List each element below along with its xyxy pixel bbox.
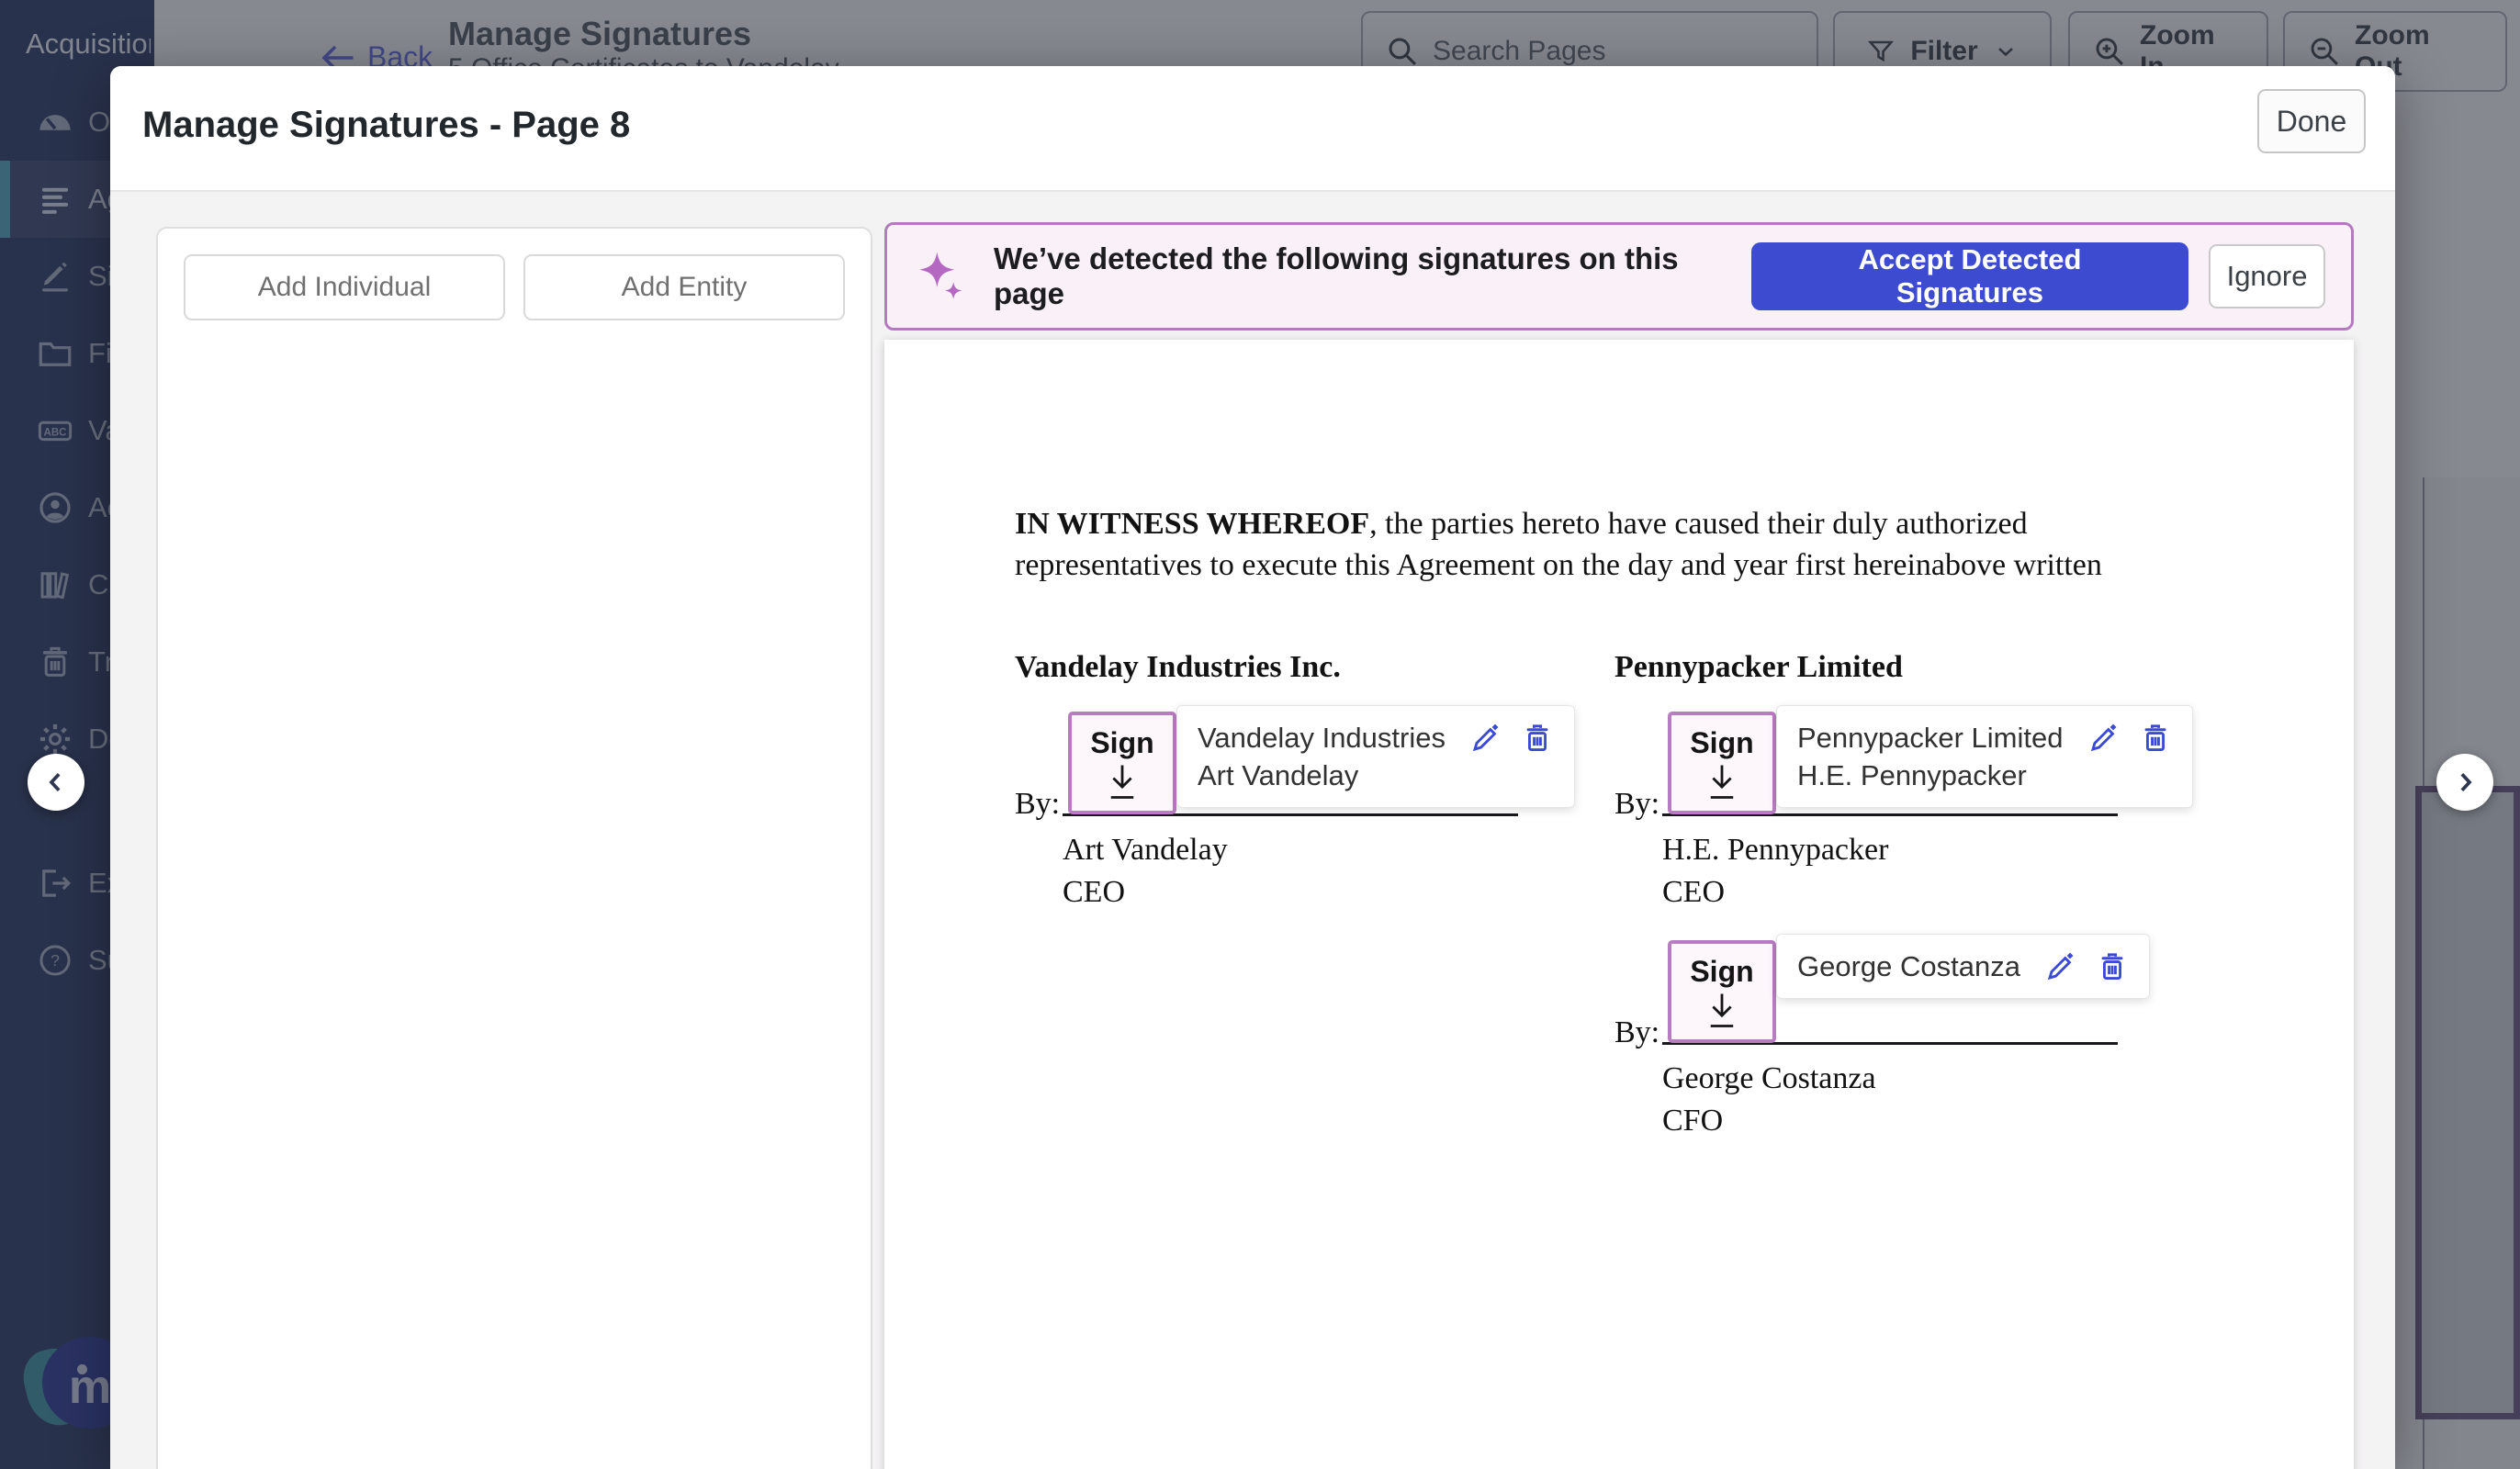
download-arrow-icon [1704,991,1740,1029]
card-line: Vandelay Industries [1198,719,1446,757]
signer-identity: George Costanza CFO [1662,1058,2221,1142]
witness-paragraph: IN WITNESS WHEREOF, the parties hereto h… [1015,503,2199,586]
signer-name: Art Vandelay [1063,829,1621,871]
delete-signer-button[interactable] [1521,722,1554,755]
by-label: By: [1614,787,1659,822]
card-line: George Costanza [1797,948,2020,985]
modal-header: Manage Signatures - Page 8 Done [110,66,2395,190]
document-page-preview: IN WITNESS WHEREOF, the parties hereto h… [884,340,2354,1469]
signer-identity: Art Vandelay CEO [1063,829,1621,914]
company-name: Vandelay Industries Inc. [1015,650,1621,685]
accept-detected-signatures-button[interactable]: Accept Detected Signatures [1751,242,2188,310]
party-column-vandelay: Vandelay Industries Inc. By: Sign Vandel… [1015,650,1621,914]
card-actions [1469,722,1554,755]
edit-signer-button[interactable] [2044,950,2077,983]
manage-signatures-modal: Manage Signatures - Page 8 Done Add Indi… [110,66,2395,1469]
banner-message: We’ve detected the following signatures … [994,241,1751,311]
signer-title: CEO [1063,871,1621,914]
card-actions [2044,950,2129,983]
signer-card-lines: Pennypacker Limited H.E. Pennypacker [1797,719,2064,794]
sparkle-icon [913,248,970,305]
signer-title: CEO [1662,871,2221,914]
signature-unit: By: Sign Pennypacker Limited H.E. Pennyp… [1614,705,2221,816]
sign-button[interactable]: Sign [1668,712,1776,814]
chevron-left-icon [42,768,70,796]
detected-signatures-banner: We’ve detected the following signatures … [884,222,2354,331]
card-line: Pennypacker Limited [1797,719,2064,757]
company-name: Pennypacker Limited [1614,650,2221,685]
modal-title: Manage Signatures - Page 8 [142,105,630,146]
next-page-button[interactable] [2436,754,2493,811]
delete-signer-button[interactable] [2096,950,2129,983]
sign-label: Sign [1690,726,1753,760]
sign-button[interactable]: Sign [1068,712,1176,814]
by-label: By: [1614,1015,1659,1050]
card-actions [2087,722,2172,755]
signer-card-lines: Vandelay Industries Art Vandelay [1198,719,1446,794]
signers-panel: Add Individual Add Entity [156,227,872,1469]
detected-signer-card: Pennypacker Limited H.E. Pennypacker [1776,705,2193,808]
modal-body: Add Individual Add Entity We’ve detected… [110,190,2395,1469]
detected-signer-card: George Costanza [1776,934,2150,999]
signature-unit: By: Sign Vandelay Industries Art Vandela… [1015,705,1621,816]
edit-signer-button[interactable] [2087,722,2121,755]
card-line: H.E. Pennypacker [1797,757,2064,794]
previous-page-button[interactable] [28,754,84,811]
signer-identity: H.E. Pennypacker CEO [1662,829,2221,914]
add-entity-button[interactable]: Add Entity [523,254,845,320]
download-arrow-icon [1104,762,1141,801]
done-button[interactable]: Done [2257,89,2366,153]
signature-unit: By: Sign George Costanza [1614,934,2221,1045]
detected-signer-card: Vandelay Industries Art Vandelay [1176,705,1575,808]
delete-signer-button[interactable] [2139,722,2172,755]
add-individual-button[interactable]: Add Individual [184,254,505,320]
download-arrow-icon [1704,762,1740,801]
witness-bold: IN WITNESS WHEREOF [1015,507,1369,541]
signer-name: George Costanza [1662,1058,2221,1100]
signer-name: H.E. Pennypacker [1662,829,2221,871]
sign-button[interactable]: Sign [1668,940,1776,1043]
edit-signer-button[interactable] [1469,722,1502,755]
by-label: By: [1015,787,1060,822]
party-column-pennypacker: Pennypacker Limited By: Sign Pennypacker… [1614,650,2221,1142]
signer-card-lines: George Costanza [1797,948,2020,985]
card-line: Art Vandelay [1198,757,1446,794]
sign-label: Sign [1690,955,1753,989]
signer-title: CFO [1662,1100,2221,1142]
sign-label: Sign [1090,726,1153,760]
chevron-right-icon [2451,768,2479,796]
ignore-button[interactable]: Ignore [2209,244,2325,308]
